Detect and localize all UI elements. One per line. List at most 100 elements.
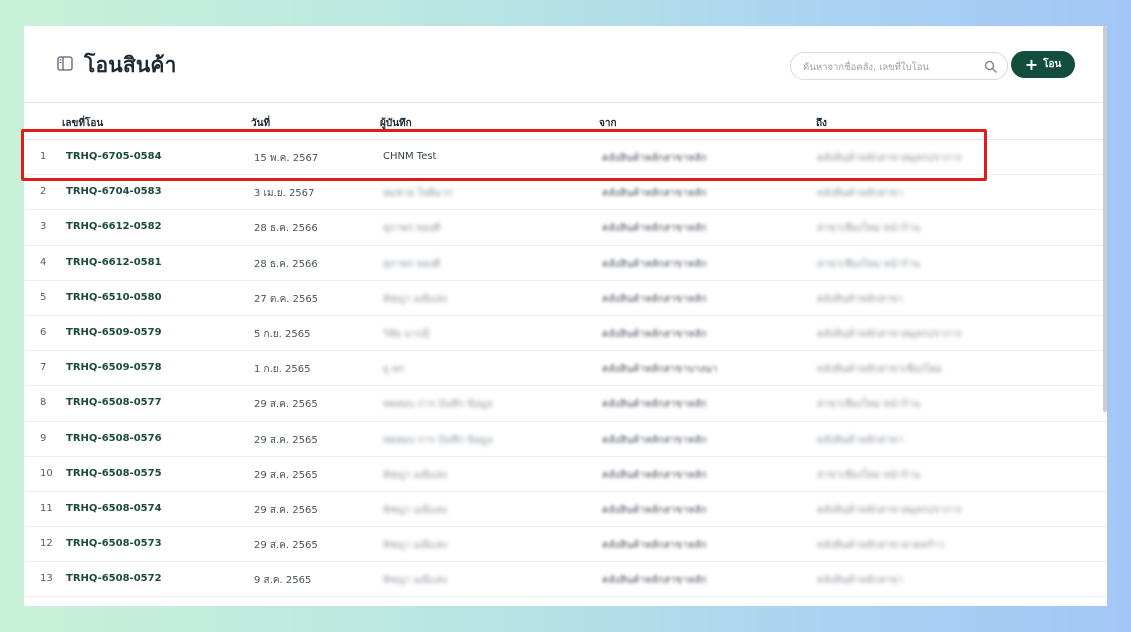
recorder-name: สุภาพร ทองดี bbox=[383, 223, 441, 235]
to-warehouse: คลังสินค้าหลักสาขา bbox=[817, 188, 903, 200]
from-warehouse: คลังสินค้าหลักสาขาหลัก bbox=[602, 469, 707, 481]
row-number: 5 bbox=[40, 291, 47, 303]
table-row[interactable]: 12 TRHQ-6508-0573 29 ส.ค. 2565 พิชญา มณีแสง… bbox=[24, 527, 1107, 563]
transfer-number-link[interactable]: TRHQ-6508-0572 bbox=[66, 573, 162, 584]
search-placeholder: ค้นหาจากชื่อคลัง, เลขที่ใบโอน bbox=[803, 62, 929, 73]
table-row[interactable]: 9 TRHQ-6508-0576 29 ส.ค. 2565 ทดสอบ การ บัน… bbox=[24, 422, 1107, 457]
transfer-number-link[interactable]: TRHQ-6508-0574 bbox=[66, 503, 162, 514]
transfer-date: 15 พ.ค. 2567 bbox=[254, 153, 319, 164]
to-warehouse: คลังสินค้าหลักสาขาสมุทรปราการ bbox=[817, 504, 962, 516]
to-warehouse: สาขาเชียงใหม่ หน้าร้าน bbox=[817, 258, 921, 270]
recorder-name: สุภาพร ทองดี bbox=[383, 258, 441, 270]
add-transfer-button[interactable]: + โอน bbox=[1011, 51, 1075, 78]
recorder-name: พิชญา มณีแสง bbox=[383, 575, 447, 587]
to-warehouse: คลังสินค้าหลักสาขาเชียงใหม่ bbox=[817, 364, 942, 376]
transfer-table: เลขที่โอน วันที่ ผู้บันทึก จาก ถึง 1 TRHQ… bbox=[24, 102, 1107, 598]
column-header-from[interactable]: จาก bbox=[599, 116, 617, 131]
column-header-transfer-no[interactable]: เลขที่โอน bbox=[62, 116, 103, 131]
vertical-scrollbar[interactable] bbox=[1103, 26, 1107, 412]
search-input[interactable]: ค้นหาจากชื่อคลัง, เลขที่ใบโอน bbox=[790, 52, 1008, 80]
transfer-number-link[interactable]: TRHQ-6508-0573 bbox=[66, 538, 162, 549]
to-warehouse: คลังสินค้าหลักสาขาสมุทรปราการ bbox=[817, 153, 962, 164]
transfer-number-link[interactable]: TRHQ-6508-0576 bbox=[66, 433, 162, 444]
to-warehouse: คลังสินค้าหลักสาขา bbox=[817, 575, 903, 587]
to-warehouse: สาขาเชียงใหม่ หน้าร้าน bbox=[817, 469, 921, 481]
transfer-number-link[interactable]: TRHQ-6704-0583 bbox=[66, 186, 162, 197]
page-title: โอนสินค้า bbox=[84, 53, 177, 77]
row-number: 1 bbox=[40, 151, 47, 162]
plus-icon: + bbox=[1024, 54, 1039, 74]
recorder-name: CHNM Test bbox=[383, 151, 437, 162]
recorder-name: วิชัย มากมี bbox=[383, 328, 430, 340]
transfer-number-link[interactable]: TRHQ-6612-0582 bbox=[66, 221, 162, 232]
to-warehouse: สาขาเชียงใหม่ หน้าร้าน bbox=[817, 223, 921, 235]
from-warehouse: คลังสินค้าหลักสาขาหลัก bbox=[602, 540, 707, 552]
from-warehouse: คลังสินค้าหลักสาขาหลัก bbox=[602, 223, 707, 235]
table-row[interactable]: 4 TRHQ-6612-0581 28 ธ.ค. 2566 สุภาพร ทองดี ค… bbox=[24, 246, 1107, 281]
table-row[interactable]: 2 TRHQ-6704-0583 3 เม.ย. 2567 สมชาย ใจดีมาก… bbox=[24, 175, 1107, 211]
table-row[interactable]: 5 TRHQ-6510-0580 27 ต.ค. 2565 พิชญา มณีแสง ค… bbox=[24, 281, 1107, 316]
transfer-date: 29 ส.ค. 2565 bbox=[254, 434, 318, 446]
column-header-date[interactable]: วันที่ bbox=[251, 116, 270, 131]
to-warehouse: คลังสินค้าหลักสาขาลาดพร้าว bbox=[817, 540, 945, 552]
from-warehouse: คลังสินค้าหลักสาขาหลัก bbox=[602, 258, 707, 270]
table-row[interactable]: 8 TRHQ-6508-0577 29 ส.ค. 2565 ทดสอบ การ บัน… bbox=[24, 386, 1107, 422]
row-number: 10 bbox=[40, 467, 53, 479]
row-number: 11 bbox=[40, 502, 53, 514]
table-row[interactable]: 13 TRHQ-6508-0572 9 ส.ค. 2565 พิชญา มณีแสง ค… bbox=[24, 562, 1107, 598]
to-warehouse: สาขาเชียงใหม่ หน้าร้าน bbox=[817, 399, 921, 411]
transfer-number-link[interactable]: TRHQ-6509-0578 bbox=[66, 362, 162, 373]
table-row[interactable]: 1 TRHQ-6705-0584 15 พ.ค. 2567 CHNM Test คลัง… bbox=[24, 140, 1107, 176]
from-warehouse: คลังสินค้าหลักสาขาหลัก bbox=[602, 153, 707, 164]
recorder-name: ทดสอบ การ บันทึก ข้อมูล bbox=[383, 399, 493, 411]
recorder-name: ยุ พร bbox=[383, 364, 405, 376]
from-warehouse: คลังสินค้าหลักสาขาหลัก bbox=[602, 434, 707, 446]
recorder-name: พิชญา มณีแสง bbox=[383, 540, 447, 552]
row-number: 13 bbox=[40, 573, 53, 585]
column-header-to[interactable]: ถึง bbox=[816, 116, 827, 131]
from-warehouse: คลังสินค้าหลักสาขาบางนา bbox=[602, 364, 718, 376]
search-icon[interactable] bbox=[984, 60, 997, 73]
row-number: 3 bbox=[40, 221, 47, 233]
to-warehouse: คลังสินค้าหลักสาขา bbox=[817, 434, 903, 446]
transfer-date: 28 ธ.ค. 2566 bbox=[254, 223, 318, 235]
from-warehouse: คลังสินค้าหลักสาขาหลัก bbox=[602, 399, 707, 411]
transfer-date: 27 ต.ค. 2565 bbox=[254, 293, 319, 305]
transfer-date: 29 ส.ค. 2565 bbox=[254, 504, 318, 516]
add-transfer-label: โอน bbox=[1043, 59, 1062, 70]
page-header: โอนสินค้า ค้นหาจากชื่อคลัง, เลขที่ใบโอน … bbox=[24, 26, 1107, 102]
row-number: 4 bbox=[40, 256, 47, 268]
from-warehouse: คลังสินค้าหลักสาขาหลัก bbox=[602, 504, 707, 516]
transfer-number-link[interactable]: TRHQ-6510-0580 bbox=[66, 292, 162, 303]
transfer-date: 1 ก.ย. 2565 bbox=[254, 364, 311, 376]
transfer-date: 29 ส.ค. 2565 bbox=[254, 540, 318, 552]
recorder-name: พิชญา มณีแสง bbox=[383, 504, 447, 516]
column-header-recorder[interactable]: ผู้บันทึก bbox=[380, 116, 412, 131]
table-header: เลขที่โอน วันที่ ผู้บันทึก จาก ถึง bbox=[24, 102, 1107, 140]
transfer-number-link[interactable]: TRHQ-6509-0579 bbox=[66, 327, 162, 338]
sidebar-panel-icon[interactable] bbox=[57, 56, 73, 71]
transfer-date: 28 ธ.ค. 2566 bbox=[254, 258, 318, 270]
transfer-date: 3 เม.ย. 2567 bbox=[254, 188, 315, 200]
table-row[interactable]: 10 TRHQ-6508-0575 29 ส.ค. 2565 พิชญา มณีแสง… bbox=[24, 457, 1107, 492]
table-body: 1 TRHQ-6705-0584 15 พ.ค. 2567 CHNM Test คลัง… bbox=[24, 140, 1107, 598]
from-warehouse: คลังสินค้าหลักสาขาหลัก bbox=[602, 575, 707, 587]
transfer-number-link[interactable]: TRHQ-6508-0575 bbox=[66, 468, 162, 479]
transfer-number-link[interactable]: TRHQ-6705-0584 bbox=[66, 151, 162, 162]
table-row[interactable]: 6 TRHQ-6509-0579 5 ก.ย. 2565 วิชัย มากมี คลั… bbox=[24, 316, 1107, 352]
transfer-number-link[interactable]: TRHQ-6508-0577 bbox=[66, 397, 162, 408]
row-number: 9 bbox=[40, 432, 47, 444]
recorder-name: สมชาย ใจดีมาก bbox=[383, 188, 453, 200]
transfer-date: 5 ก.ย. 2565 bbox=[254, 328, 311, 340]
from-warehouse: คลังสินค้าหลักสาขาหลัก bbox=[602, 328, 707, 340]
transfer-number-link[interactable]: TRHQ-6612-0581 bbox=[66, 257, 162, 268]
transfer-page: โอนสินค้า ค้นหาจากชื่อคลัง, เลขที่ใบโอน … bbox=[24, 26, 1107, 606]
table-row[interactable]: 11 TRHQ-6508-0574 29 ส.ค. 2565 พิชญา มณีแสง… bbox=[24, 492, 1107, 528]
table-row[interactable]: 7 TRHQ-6509-0578 1 ก.ย. 2565 ยุ พร คลังสินค้… bbox=[24, 351, 1107, 387]
transfer-date: 9 ส.ค. 2565 bbox=[254, 575, 312, 587]
row-number: 7 bbox=[40, 362, 47, 374]
transfer-date: 29 ส.ค. 2565 bbox=[254, 469, 318, 481]
table-row[interactable]: 3 TRHQ-6612-0582 28 ธ.ค. 2566 สุภาพร ทองดี ค… bbox=[24, 210, 1107, 246]
from-warehouse: คลังสินค้าหลักสาขาหลัก bbox=[602, 293, 707, 305]
row-number: 8 bbox=[40, 397, 47, 409]
